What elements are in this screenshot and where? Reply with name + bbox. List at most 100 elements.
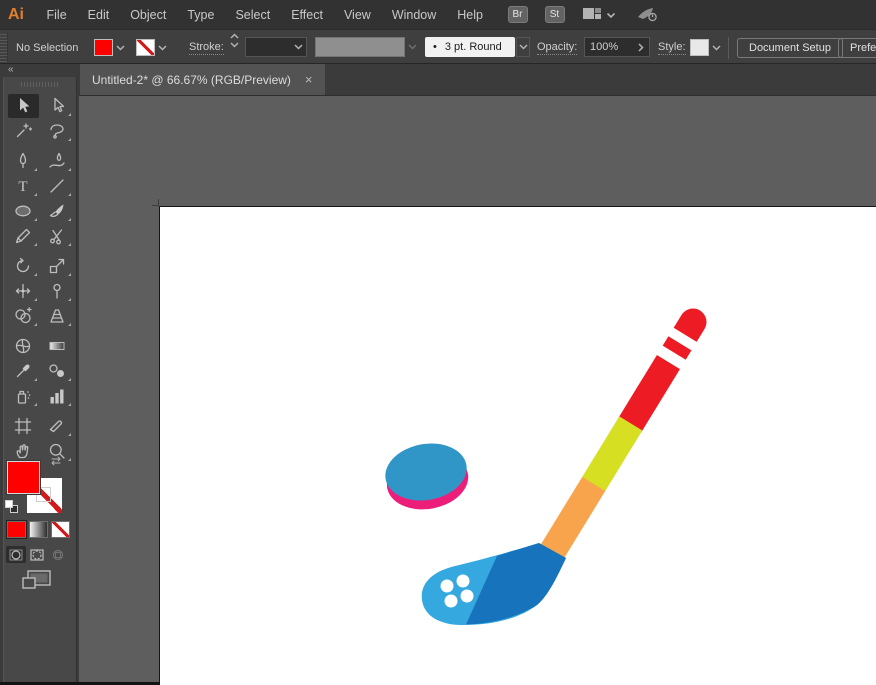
tool-blend[interactable] <box>42 359 73 383</box>
perspective-grid-icon <box>47 306 67 326</box>
rotate-icon <box>13 256 33 276</box>
stroke-weight-chevron-icon <box>294 44 303 50</box>
stroke-weight-dropdown[interactable] <box>245 37 307 57</box>
opacity-field[interactable]: 100% <box>584 37 650 57</box>
menu-edit[interactable]: Edit <box>77 8 120 22</box>
blend-icon <box>47 361 67 381</box>
style-chevron-icon[interactable] <box>709 39 723 56</box>
gradient-mode-button[interactable] <box>29 521 48 538</box>
fill-proxy-swatch[interactable] <box>7 461 40 494</box>
tool-eyedropper[interactable] <box>8 359 39 383</box>
preferences-button[interactable]: Preferences <box>838 38 876 58</box>
canvas-viewport[interactable] <box>79 96 876 685</box>
style-swatch[interactable] <box>690 39 709 56</box>
tool-lasso[interactable] <box>42 119 73 143</box>
puppet-pin-icon <box>47 281 67 301</box>
tools-drag-handle[interactable] <box>21 82 59 87</box>
gpu-performance-button[interactable] <box>636 4 660 26</box>
puck-object[interactable] <box>381 437 473 515</box>
width-profile-dropdown <box>315 37 405 57</box>
tool-magic-wand[interactable] <box>8 119 39 143</box>
brush-chevron-icon[interactable] <box>516 37 530 57</box>
tab-close-icon[interactable]: × <box>305 73 313 86</box>
document-tab-title: Untitled-2* @ 66.67% (RGB/Preview) <box>92 73 291 87</box>
blade-dot-2 <box>457 575 470 588</box>
tool-free-transform[interactable] <box>42 279 73 303</box>
menu-file[interactable]: File <box>36 8 77 22</box>
draw-inside-button <box>48 546 68 563</box>
brush-definition-dropdown[interactable]: • 3 pt. Round <box>425 37 515 57</box>
tool-type[interactable]: T <box>8 174 39 198</box>
hand-icon <box>13 441 33 461</box>
tool-column-graph[interactable] <box>42 384 73 408</box>
tool-direct-selection[interactable] <box>42 94 73 118</box>
screen-mode-button[interactable] <box>20 568 54 597</box>
swap-fill-stroke-icon[interactable]: ⇄ <box>51 454 61 468</box>
tool-width[interactable] <box>8 279 39 303</box>
stroke-weight-label[interactable]: Stroke: <box>189 41 224 55</box>
document-tab[interactable]: Untitled-2* @ 66.67% (RGB/Preview) × <box>80 64 325 95</box>
document-setup-button[interactable]: Document Setup <box>737 38 843 58</box>
tool-pen[interactable] <box>8 149 39 173</box>
fill-chevron-down-icon[interactable] <box>113 39 127 56</box>
symbol-sprayer-icon <box>13 386 33 406</box>
selection-arrow-icon <box>13 96 33 116</box>
tool-rotate[interactable] <box>8 254 39 278</box>
menu-window[interactable]: Window <box>381 8 446 22</box>
draw-behind-button[interactable] <box>27 546 47 563</box>
stroke-chevron-down-icon[interactable] <box>155 39 169 56</box>
menu-select[interactable]: Select <box>225 8 281 22</box>
opacity-expand-icon[interactable] <box>638 43 644 52</box>
column-graph-icon <box>47 386 67 406</box>
opacity-value: 100% <box>590 41 618 53</box>
tool-symbol-sprayer[interactable] <box>8 384 39 408</box>
document-tab-bar: Untitled-2* @ 66.67% (RGB/Preview) × <box>79 64 876 96</box>
menu-view[interactable]: View <box>333 8 381 22</box>
tool-pencil[interactable] <box>8 224 39 248</box>
fill-color-swatch[interactable] <box>94 39 113 56</box>
workspace-chevron-down-icon[interactable] <box>606 8 616 22</box>
tool-curvature[interactable] <box>42 149 73 173</box>
stock-button[interactable]: St <box>545 6 565 23</box>
menu-effect[interactable]: Effect <box>281 8 334 22</box>
bridge-button[interactable]: Br <box>508 6 528 23</box>
tools-collapse-button[interactable]: « <box>0 64 79 77</box>
menu-type[interactable]: Type <box>177 8 225 22</box>
tool-perspective-grid[interactable] <box>42 304 73 328</box>
workspace-switcher-button[interactable] <box>582 6 602 24</box>
tool-hand[interactable] <box>8 439 39 463</box>
menu-bar: Ai File Edit Object Type Select Effect V… <box>0 0 876 29</box>
tool-selection[interactable] <box>8 94 39 118</box>
control-bar-grip[interactable] <box>0 33 8 62</box>
tool-shape-builder[interactable] <box>8 304 39 328</box>
artboard-icon <box>13 416 33 436</box>
control-bar-separator <box>728 37 729 59</box>
menu-help[interactable]: Help <box>447 8 494 22</box>
lasso-icon <box>47 121 67 141</box>
tool-slice[interactable] <box>42 414 73 438</box>
stick-shaft-red <box>618 303 711 432</box>
stepper-up-icon[interactable] <box>230 33 239 39</box>
blade-dot-1 <box>441 580 454 593</box>
color-mode-button[interactable] <box>7 521 26 538</box>
stick-shaft-chartreuse <box>582 416 643 491</box>
draw-normal-button[interactable] <box>6 546 26 563</box>
none-mode-button[interactable] <box>51 521 70 538</box>
stroke-weight-stepper[interactable] <box>228 30 241 50</box>
tool-scissors[interactable] <box>42 224 73 248</box>
tool-ellipse[interactable] <box>8 199 39 223</box>
tool-paintbrush[interactable] <box>42 199 73 223</box>
menu-object[interactable]: Object <box>120 8 177 22</box>
stepper-down-icon[interactable] <box>230 42 239 48</box>
tool-artboard[interactable] <box>8 414 39 438</box>
stroke-color-swatch[interactable] <box>136 39 155 56</box>
opacity-label[interactable]: Opacity: <box>537 41 577 55</box>
shape-builder-icon <box>13 306 33 326</box>
tool-scale[interactable] <box>42 254 73 278</box>
tool-mesh[interactable] <box>8 334 39 358</box>
tool-line-segment[interactable] <box>42 174 73 198</box>
tool-gradient[interactable] <box>42 334 73 358</box>
gpu-rocket-icon <box>636 4 660 23</box>
style-label[interactable]: Style: <box>658 41 686 55</box>
default-fill-stroke-icon[interactable] <box>5 500 19 513</box>
